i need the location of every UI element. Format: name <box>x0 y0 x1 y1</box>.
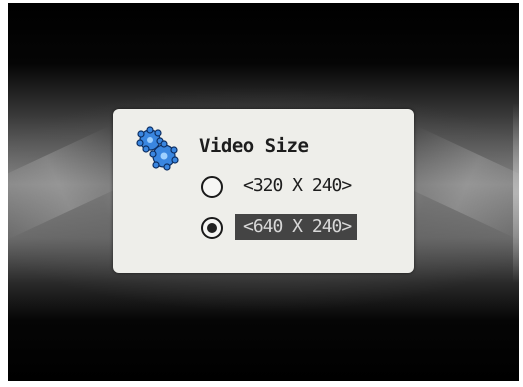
radio-button[interactable] <box>201 176 223 198</box>
option-label-highlighted: <640 X 240> <box>235 214 358 240</box>
radio-button-selected[interactable] <box>201 217 223 239</box>
option-640x240[interactable]: <640 X 240> <box>201 214 401 246</box>
background-edge-highlight <box>513 103 519 283</box>
option-320x240[interactable]: <320 X 240> <box>201 173 401 205</box>
gear-cluster-icon <box>136 126 179 171</box>
radio-dot <box>207 223 217 233</box>
option-label: <320 X 240> <box>243 175 352 196</box>
dialog-title: Video Size <box>199 135 309 157</box>
camera-screen: Video Size <320 X 240> <640 X 240> <box>8 3 519 381</box>
video-size-dialog: Video Size <320 X 240> <640 X 240> <box>113 109 414 273</box>
